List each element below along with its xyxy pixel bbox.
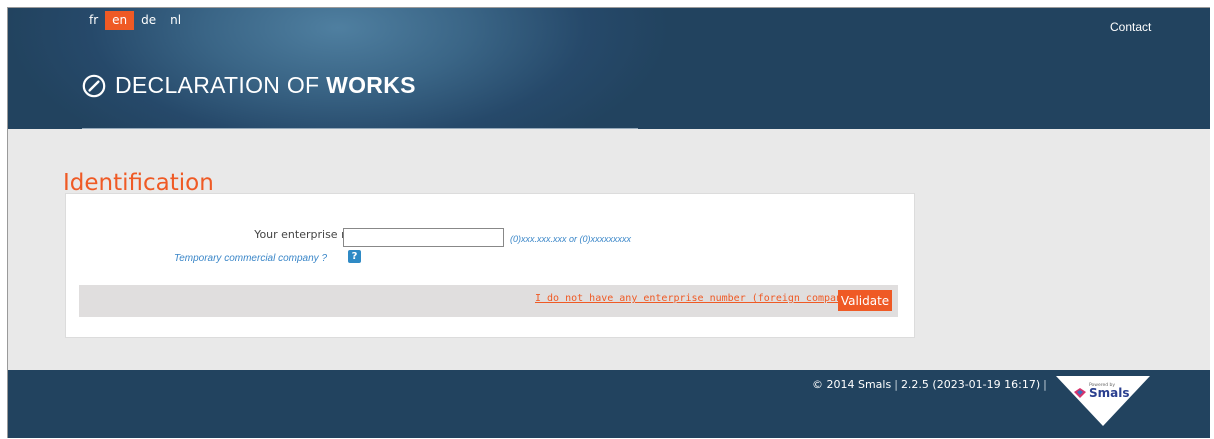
app-logo[interactable]: DECLARATION OF WORKS: [82, 72, 416, 99]
footer-separator: |: [894, 378, 898, 391]
header: fr en de nl Contact DECLARATION OF WORKS: [8, 8, 1210, 129]
footer-info: © 2014 Smals | 2.2.5 (2023-01-19 16:17) |: [812, 378, 1050, 391]
language-switcher: fr en de nl: [82, 11, 188, 30]
app-title-bold: WORKS: [326, 72, 416, 98]
badge-brand-text: Smals: [1089, 386, 1130, 400]
app-title-regular: DECLARATION OF: [115, 72, 327, 98]
lang-en[interactable]: en: [105, 11, 135, 30]
enterprise-number-input[interactable]: [343, 228, 504, 247]
format-hint: (0)xxx.xxx.xxx or (0)xxxxxxxxx: [510, 234, 632, 244]
help-icon[interactable]: ?: [348, 250, 361, 263]
lang-nl[interactable]: nl: [163, 11, 188, 30]
identification-form: Your enterprise number (0)xxx.xxx.xxx or…: [65, 193, 915, 338]
lang-de[interactable]: de: [134, 11, 163, 30]
validate-button[interactable]: Validate: [838, 290, 892, 311]
no-enterprise-number-link[interactable]: I do not have any enterprise number (for…: [535, 293, 854, 304]
smals-badge[interactable]: Powered by Smals: [1056, 376, 1150, 428]
lang-fr[interactable]: fr: [82, 11, 105, 30]
copyright-text: © 2014 Smals: [812, 378, 892, 391]
temporary-company-link[interactable]: Temporary commercial company ?: [174, 253, 327, 264]
action-bar: I do not have any enterprise number (for…: [79, 285, 898, 317]
footer-separator-end: |: [1043, 378, 1047, 391]
compass-icon: [82, 74, 106, 97]
browser-frame: fr en de nl Contact DECLARATION OF WORKS…: [7, 7, 1210, 438]
version-text: 2.2.5 (2023-01-19 16:17): [900, 378, 1041, 391]
contact-link[interactable]: Contact: [1110, 20, 1151, 34]
header-divider: [82, 128, 638, 129]
app-title: DECLARATION OF WORKS: [115, 72, 416, 99]
footer: © 2014 Smals | 2.2.5 (2023-01-19 16:17) | P…: [8, 370, 1210, 438]
